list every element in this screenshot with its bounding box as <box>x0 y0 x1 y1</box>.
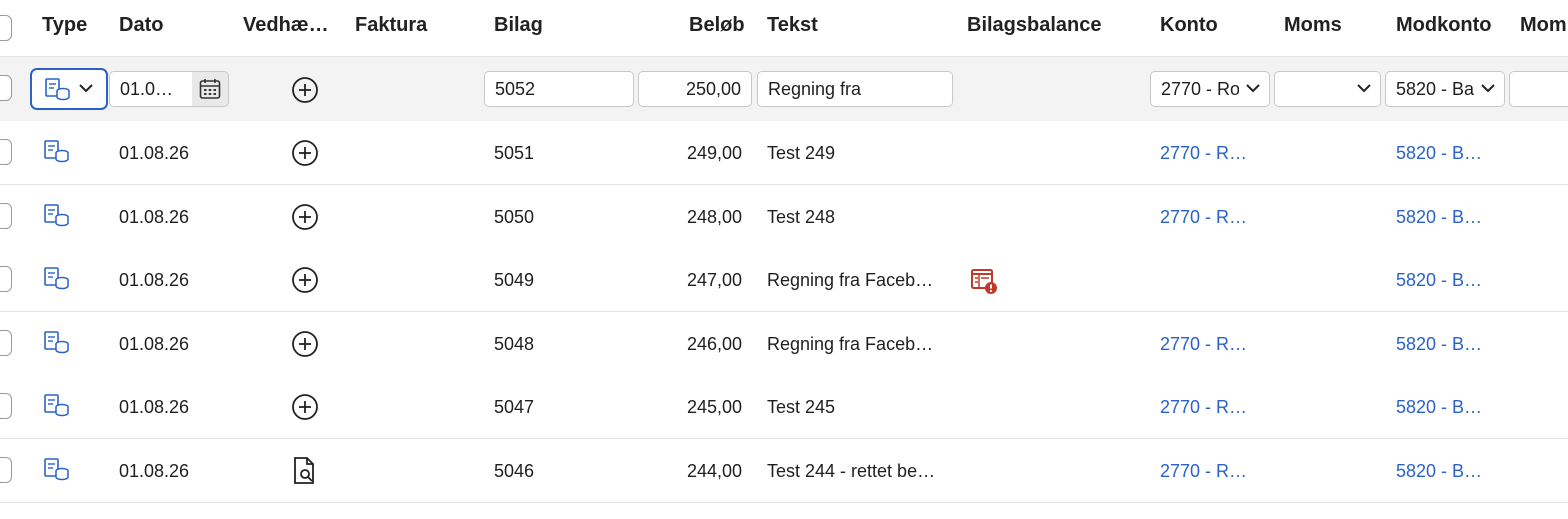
ledger-coins-icon <box>44 267 70 296</box>
modkonto-select-value: 5820 - Ba <box>1396 79 1474 99</box>
row-modkonto-link[interactable]: 5820 - B… <box>1396 334 1482 355</box>
add-attachment-icon[interactable] <box>291 139 319 172</box>
chevron-down-icon <box>1481 84 1495 93</box>
row-bilag: 5047 <box>494 397 535 417</box>
amount-input[interactable]: 250,00 <box>638 71 752 107</box>
table-row[interactable]: 01.08.26 5046 244,00 Test 244 - rettet be… 2… <box>0 438 1568 503</box>
row-checkbox[interactable] <box>0 456 12 483</box>
row-checkbox[interactable] <box>0 266 12 292</box>
row-date: 01.08.26 <box>119 333 190 354</box>
add-attachment-icon[interactable] <box>291 393 319 426</box>
konto-select-value: 2770 - Ro <box>1161 79 1239 99</box>
row-bilag: 5046 <box>494 460 535 481</box>
new-entry-row: 01.0… 5052 250,00 Regning fra 2770 - Ro … <box>0 57 1568 122</box>
row-amount: 248,00 <box>686 206 742 227</box>
row-text: Regning fra Faceb… <box>767 270 934 290</box>
row-bilag: 5048 <box>494 333 535 354</box>
row-date: 01.08.26 <box>119 143 190 163</box>
table-row[interactable]: 01.08.26 5047 245,00 Test 245 2770 - R… 5820 … <box>0 375 1568 439</box>
row-date: 01.08.26 <box>119 270 190 290</box>
row-konto-link[interactable]: 2770 - R… <box>1160 207 1247 228</box>
date-input[interactable]: 01.0… <box>109 71 193 107</box>
row-konto-link[interactable]: 2770 - R… <box>1160 461 1247 482</box>
column-header-tekst[interactable]: Tekst <box>767 14 818 37</box>
column-header-vedhaeftning[interactable]: Vedhæ… <box>243 14 329 37</box>
ledger-coins-icon <box>44 457 70 487</box>
row-date: 01.08.26 <box>119 206 190 227</box>
column-header-faktura[interactable]: Faktura <box>355 14 427 37</box>
add-attachment-icon[interactable] <box>291 76 319 104</box>
row-text: Test 248 <box>767 206 836 227</box>
row-amount: 247,00 <box>686 270 742 290</box>
chevron-down-icon <box>79 84 93 93</box>
row-amount: 244,00 <box>686 460 742 481</box>
ledger-coins-icon <box>44 203 70 233</box>
row-bilag: 5051 <box>494 143 535 163</box>
row-checkbox[interactable] <box>0 139 12 165</box>
row-checkbox[interactable] <box>0 329 12 356</box>
ledger-coins-icon <box>44 140 70 169</box>
date-picker-button[interactable] <box>192 71 229 107</box>
row-text: Test 244 - rettet be… <box>767 460 936 481</box>
row-bilag: 5050 <box>494 206 535 227</box>
chevron-down-icon <box>1246 84 1260 93</box>
row-checkbox[interactable] <box>0 75 12 101</box>
row-modkonto-link[interactable]: 5820 - B… <box>1396 397 1482 418</box>
bilag-input[interactable]: 5052 <box>484 71 634 107</box>
column-header-moms-2[interactable]: Mom <box>1520 14 1567 37</box>
row-amount: 249,00 <box>686 143 742 163</box>
table-row[interactable]: 01.08.26 5048 246,00 Regning fra Faceb… 2770… <box>0 311 1568 376</box>
row-text: Test 245 <box>767 397 836 417</box>
moms-select[interactable] <box>1274 71 1381 107</box>
row-konto-link[interactable]: 2770 - R… <box>1160 397 1247 418</box>
chevron-down-icon <box>1357 84 1371 93</box>
type-select[interactable] <box>30 68 108 110</box>
table-row[interactable]: 01.08.26 5049 247,00 Regning fra Faceb… 5820… <box>0 248 1568 312</box>
ledger-coins-icon <box>44 394 70 423</box>
add-attachment-icon[interactable] <box>291 266 319 299</box>
row-date: 01.08.26 <box>119 397 190 417</box>
column-header-moms[interactable]: Moms <box>1284 14 1342 37</box>
row-modkonto-link[interactable]: 5820 - B… <box>1396 207 1482 228</box>
table-row[interactable]: 01.08.26 5050 248,00 Test 248 2770 - R… 5820 … <box>0 184 1568 249</box>
row-date: 01.08.26 <box>119 460 190 481</box>
row-konto-link[interactable]: 2770 - R… <box>1160 334 1247 355</box>
column-header-dato[interactable]: Dato <box>119 14 163 37</box>
column-header-beloeb[interactable]: Beløb <box>689 14 745 37</box>
row-modkonto-link[interactable]: 5820 - B… <box>1396 143 1482 164</box>
modkonto-select[interactable]: 5820 - Ba <box>1385 71 1505 107</box>
calendar-icon <box>199 79 221 99</box>
row-text: Regning fra Faceb… <box>767 333 934 354</box>
konto-select[interactable]: 2770 - Ro <box>1150 71 1270 107</box>
table-header: Type Dato Vedhæ… Faktura Bilag Beløb Tek… <box>0 0 1568 57</box>
row-text: Test 249 <box>767 143 836 163</box>
add-attachment-icon[interactable] <box>291 203 319 236</box>
row-modkonto-link[interactable]: 5820 - B… <box>1396 461 1482 482</box>
row-modkonto-link[interactable]: 5820 - B… <box>1396 270 1482 291</box>
row-amount: 245,00 <box>686 397 742 417</box>
column-header-modkonto[interactable]: Modkonto <box>1396 14 1492 37</box>
table-row[interactable]: 01.08.26 5051 249,00 Test 249 2770 - R… 5820 … <box>0 121 1568 185</box>
row-bilag: 5049 <box>494 270 535 290</box>
row-checkbox[interactable] <box>0 393 12 419</box>
add-attachment-icon[interactable] <box>291 330 319 363</box>
column-header-bilag[interactable]: Bilag <box>494 14 543 37</box>
moms-2-select[interactable] <box>1509 71 1568 107</box>
column-header-type[interactable]: Type <box>42 14 87 37</box>
balance-warning-icon[interactable] <box>970 267 998 300</box>
row-checkbox[interactable] <box>0 202 12 229</box>
select-all-checkbox[interactable] <box>0 15 12 41</box>
ledger-coins-icon <box>44 330 70 360</box>
ledger-coins-icon <box>45 78 70 101</box>
column-header-bilagsbalance[interactable]: Bilagsbalance <box>967 14 1102 37</box>
row-amount: 246,00 <box>686 333 742 354</box>
document-search-icon[interactable] <box>291 456 319 491</box>
text-input[interactable]: Regning fra <box>757 71 953 107</box>
column-header-konto[interactable]: Konto <box>1160 14 1218 37</box>
row-konto-link[interactable]: 2770 - R… <box>1160 143 1247 164</box>
